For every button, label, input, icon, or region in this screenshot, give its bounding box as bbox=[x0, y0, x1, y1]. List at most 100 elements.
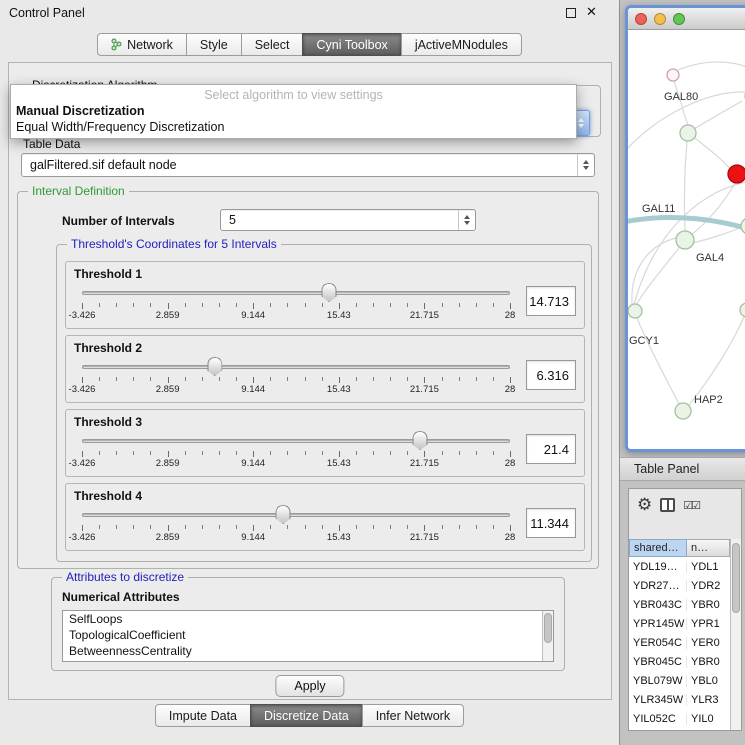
network-node[interactable] bbox=[676, 231, 694, 249]
tick-mark bbox=[322, 451, 323, 455]
column-header-2[interactable]: n… bbox=[687, 539, 730, 557]
network-node[interactable] bbox=[628, 304, 642, 318]
network-edge[interactable] bbox=[689, 317, 744, 405]
columns-icon[interactable] bbox=[660, 498, 675, 512]
tick-mark bbox=[459, 303, 460, 307]
tab-cyni-toolbox[interactable]: Cyni Toolbox bbox=[302, 33, 401, 56]
network-node[interactable] bbox=[741, 218, 745, 234]
tick-mark bbox=[424, 451, 425, 457]
table-row[interactable]: YBL079WYBL0 bbox=[629, 671, 730, 690]
network-node[interactable] bbox=[740, 303, 745, 317]
table-row[interactable]: YER054CYER0 bbox=[629, 633, 730, 652]
threshold-group-2: Threshold 2-3.4262.8599.14415.4321.71528… bbox=[65, 335, 585, 403]
dropdown-option-equal-width-frequency[interactable]: Equal Width/Frequency Discretization bbox=[11, 119, 576, 135]
tab-network[interactable]: Network bbox=[97, 33, 187, 56]
threshold-3-value[interactable]: 21.4 bbox=[526, 434, 576, 464]
network-edge[interactable] bbox=[637, 318, 679, 404]
network-edge-highlight[interactable] bbox=[628, 217, 745, 232]
network-node[interactable] bbox=[667, 69, 679, 81]
minimize-traffic-light-icon[interactable] bbox=[654, 13, 666, 25]
dropdown-option-manual-discretization[interactable]: Manual Discretization bbox=[11, 103, 576, 119]
column-header-1[interactable]: shared… bbox=[629, 539, 687, 557]
tick-mark bbox=[424, 377, 425, 383]
tick-mark bbox=[339, 303, 340, 309]
table-row[interactable]: YPR145WYPR1 bbox=[629, 614, 730, 633]
table-cell: YBR0 bbox=[687, 656, 730, 668]
network-node[interactable] bbox=[675, 403, 691, 419]
attribute-item[interactable]: TopologicalCoefficient bbox=[63, 627, 553, 643]
tab-infer-network[interactable]: Infer Network bbox=[362, 704, 464, 727]
threshold-2-value[interactable]: 6.316 bbox=[526, 360, 576, 390]
tick-mark bbox=[476, 525, 477, 529]
threshold-4-value[interactable]: 11.344 bbox=[526, 508, 576, 538]
scrollbar-thumb[interactable] bbox=[732, 543, 740, 613]
tick-mark bbox=[442, 451, 443, 455]
threshold-4-slider[interactable]: -3.4262.8599.14415.4321.71528 bbox=[82, 505, 510, 543]
close-traffic-light-icon[interactable] bbox=[635, 13, 647, 25]
tab-discretize-data[interactable]: Discretize Data bbox=[250, 704, 363, 727]
apply-button[interactable]: Apply bbox=[275, 675, 344, 697]
network-edge[interactable] bbox=[632, 238, 676, 304]
zoom-traffic-light-icon[interactable] bbox=[673, 13, 685, 25]
tick-mark bbox=[442, 303, 443, 307]
table-cell: YBR043C bbox=[629, 599, 687, 611]
threshold-slider-row: -3.4262.8599.14415.4321.71528 21.4 bbox=[74, 431, 576, 469]
tick-mark bbox=[133, 451, 134, 455]
table-scrollbar[interactable] bbox=[730, 539, 741, 730]
table-row[interactable]: YIL052CYIL0 bbox=[629, 709, 730, 728]
tick-mark bbox=[390, 303, 391, 307]
tick-label: 2.859 bbox=[156, 384, 180, 395]
network-window-titlebar bbox=[628, 8, 745, 30]
network-view-window[interactable]: GAL80GAL11GAL4GCY1HAP2 bbox=[625, 5, 745, 452]
network-edge[interactable] bbox=[674, 81, 688, 125]
select-columns-icon[interactable]: ☑☑ bbox=[683, 499, 699, 512]
tick-mark bbox=[322, 377, 323, 381]
table-row[interactable]: YLR345WYLR3 bbox=[629, 690, 730, 709]
slider-track bbox=[82, 365, 510, 369]
attribute-item[interactable]: BetweennessCentrality bbox=[63, 643, 553, 659]
network-edge[interactable] bbox=[693, 227, 742, 243]
close-icon[interactable]: ✕ bbox=[586, 7, 597, 19]
number-of-intervals-combobox[interactable]: 5 bbox=[220, 209, 476, 231]
network-graph[interactable]: GAL80GAL11GAL4GCY1HAP2 bbox=[628, 30, 745, 449]
network-edge[interactable] bbox=[694, 101, 742, 129]
slider-thumb[interactable] bbox=[413, 431, 428, 450]
table-row[interactable]: YBR043CYBR0 bbox=[629, 595, 730, 614]
attribute-item[interactable]: SelfLoops bbox=[63, 611, 553, 627]
network-node[interactable] bbox=[680, 125, 696, 141]
network-edge[interactable] bbox=[695, 138, 729, 168]
table-data-combobox[interactable]: galFiltered.sif default node bbox=[21, 153, 595, 177]
table-data-combobox-value: galFiltered.sif default node bbox=[22, 154, 577, 176]
table-row[interactable]: YDR27…YDR2 bbox=[629, 576, 730, 595]
tick-mark bbox=[150, 525, 151, 529]
tab-style[interactable]: Style bbox=[186, 33, 242, 56]
tab-select[interactable]: Select bbox=[241, 33, 304, 56]
attributes-scrollbar[interactable] bbox=[542, 611, 553, 661]
gear-icon[interactable]: ⚙ bbox=[637, 497, 652, 514]
table-row[interactable]: YDL19…YDL1 bbox=[629, 557, 730, 576]
scrollbar-thumb[interactable] bbox=[544, 613, 552, 643]
threshold-1-value[interactable]: 14.713 bbox=[526, 286, 576, 316]
attributes-listbox[interactable]: SelfLoopsTopologicalCoefficientBetweenne… bbox=[62, 610, 554, 662]
tab-impute-data[interactable]: Impute Data bbox=[155, 704, 251, 727]
tick-label: 2.859 bbox=[156, 310, 180, 321]
threshold-1-slider[interactable]: -3.4262.8599.14415.4321.71528 bbox=[82, 283, 510, 321]
threshold-3-slider[interactable]: -3.4262.8599.14415.4321.71528 bbox=[82, 431, 510, 469]
combo-stepper-icon[interactable] bbox=[577, 154, 594, 176]
tab-jactivemnodules[interactable]: jActiveMNodules bbox=[401, 33, 522, 56]
tick-label: 28 bbox=[505, 310, 516, 321]
network-node-selected[interactable] bbox=[728, 165, 745, 183]
float-window-icon[interactable] bbox=[566, 8, 576, 18]
slider-tick-labels: -3.4262.8599.14415.4321.71528 bbox=[82, 458, 510, 469]
network-canvas[interactable]: GAL80GAL11GAL4GCY1HAP2 bbox=[628, 30, 745, 449]
window-title: Control Panel bbox=[9, 6, 85, 20]
slider-thumb[interactable] bbox=[322, 283, 337, 302]
network-edge[interactable] bbox=[678, 62, 745, 72]
threshold-2-slider[interactable]: -3.4262.8599.14415.4321.71528 bbox=[82, 357, 510, 395]
combo-stepper-icon[interactable] bbox=[458, 210, 475, 230]
tick-mark bbox=[339, 377, 340, 383]
slider-thumb[interactable] bbox=[276, 505, 291, 524]
table-row[interactable]: YBR045CYBR0 bbox=[629, 652, 730, 671]
slider-thumb[interactable] bbox=[207, 357, 222, 376]
tick-mark bbox=[339, 525, 340, 531]
